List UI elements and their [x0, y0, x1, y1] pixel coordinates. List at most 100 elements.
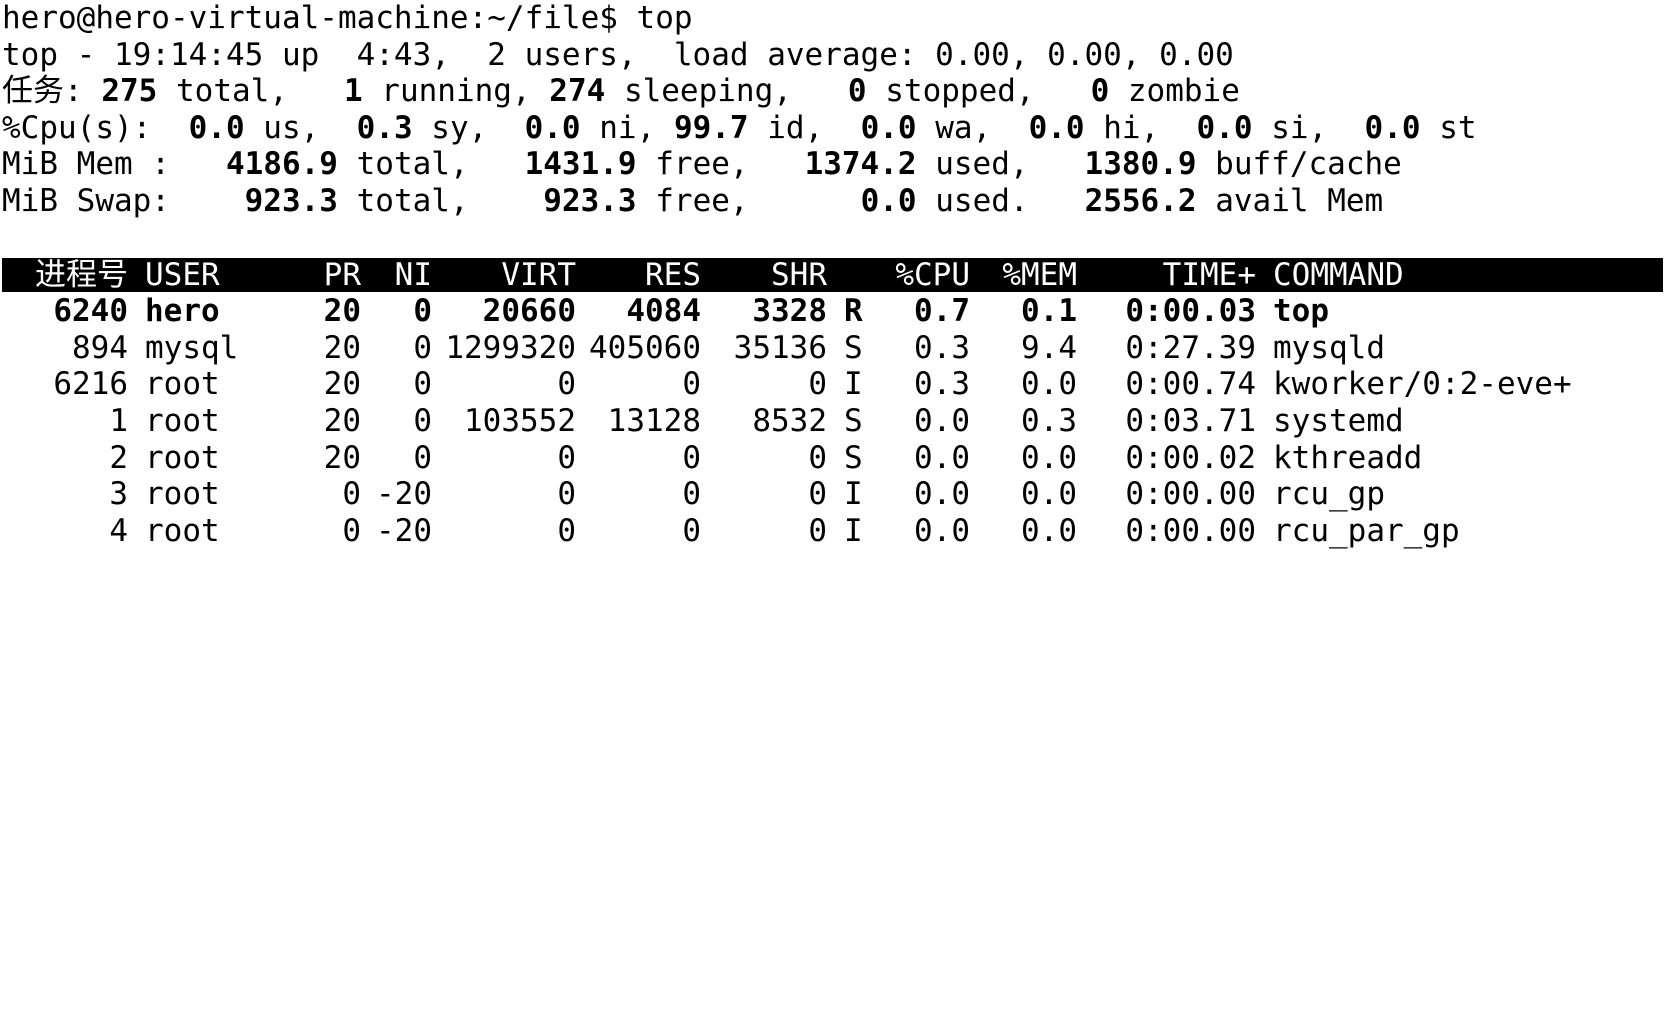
tasks-sleeping: 274: [549, 73, 606, 110]
cell-command: kworker/0:2-eve+: [1273, 366, 1572, 403]
col-header-mem: %MEM: [1002, 257, 1077, 294]
cell-time: 0:00.03: [1125, 293, 1256, 330]
cell-state: I: [844, 476, 863, 513]
mem-buff-label: buff/cache: [1196, 146, 1402, 183]
cell-mem: 0.1: [1021, 293, 1077, 330]
cell-pr: 20: [323, 439, 361, 476]
cell-virt: 0: [557, 476, 576, 513]
cell-ni: -20: [376, 476, 432, 513]
cell-state: I: [844, 366, 863, 403]
cell-pid: 6240: [53, 293, 128, 330]
col-header-virt: VIRT: [501, 257, 576, 294]
terminal-window[interactable]: hero@hero-virtual-machine:~/file$ top to…: [2, 0, 1663, 549]
cell-user: hero: [145, 293, 220, 330]
col-header-time: TIME+: [1162, 257, 1256, 294]
cell-res: 0: [682, 366, 701, 403]
mem-total-label: total,: [337, 146, 525, 183]
tasks-line: 任务: 275 total, 1 running, 274 sleeping, …: [2, 73, 1663, 110]
cell-user: mysql: [145, 329, 239, 366]
tasks-sleeping-label: sleeping,: [605, 73, 848, 110]
cell-mem: 0.0: [1021, 476, 1077, 513]
cpu-sy-label: sy,: [412, 109, 525, 146]
tasks-stopped: 0: [847, 73, 867, 110]
cpu-hi: 0.0: [1028, 109, 1085, 146]
cell-res: 0: [682, 476, 701, 513]
col-header-pid: 进程号: [35, 257, 128, 294]
cell-pid: 2: [109, 439, 128, 476]
tasks-label: 任务:: [2, 73, 102, 110]
cell-shr: 0: [808, 476, 827, 513]
cell-user: root: [145, 439, 220, 476]
tasks-zombie-label: zombie: [1109, 73, 1240, 110]
cell-mem: 9.4: [1021, 329, 1077, 366]
cell-mem: 0.0: [1021, 439, 1077, 476]
mem-line: MiB Mem : 4186.9 total, 1431.9 free, 137…: [2, 146, 1663, 183]
swap-label: MiB Swap:: [2, 182, 245, 219]
cell-shr: 0: [808, 439, 827, 476]
cell-cpu: 0.0: [914, 476, 970, 513]
cell-virt: 1299320: [445, 329, 576, 366]
cell-command: kthreadd: [1273, 439, 1423, 476]
tasks-total-label: total,: [157, 73, 344, 110]
cell-res: 13128: [607, 402, 701, 439]
cell-state: S: [844, 329, 863, 366]
cpu-st: 0.0: [1364, 109, 1421, 146]
cell-time: 0:00.00: [1125, 512, 1256, 549]
col-header-pr: PR: [323, 257, 361, 294]
cell-user: root: [145, 366, 220, 403]
cpu-ni-label: ni,: [580, 109, 674, 146]
cell-shr: 3328: [752, 293, 827, 330]
cell-time: 0:00.74: [1125, 366, 1256, 403]
cell-cpu: 0.3: [914, 366, 970, 403]
cell-user: root: [145, 476, 220, 513]
cell-virt: 103552: [464, 402, 576, 439]
cell-virt: 20660: [482, 293, 576, 330]
table-row[interactable]: 4 root 0 -20 0 0 0 I 0.0 0.0 0:00.00 rcu…: [2, 513, 1663, 550]
table-row[interactable]: 894 mysql 20 0 1299320 405060 35136 S 0.…: [2, 330, 1663, 367]
table-row[interactable]: 1 root 20 0 103552 13128 8532 S 0.0 0.3 …: [2, 403, 1663, 440]
cell-pid: 3: [109, 476, 128, 513]
table-row[interactable]: 3 root 0 -20 0 0 0 I 0.0 0.0 0:00.00 rcu…: [2, 476, 1663, 513]
cell-time: 0:00.00: [1125, 476, 1256, 513]
cell-state: R: [844, 293, 863, 330]
cell-ni: 0: [413, 366, 432, 403]
cell-mem: 0.3: [1021, 402, 1077, 439]
swap-total-label: total,: [337, 182, 544, 219]
cell-command: mysqld: [1273, 329, 1385, 366]
cell-virt: 0: [557, 366, 576, 403]
cell-pid: 4: [109, 512, 128, 549]
cell-virt: 0: [557, 439, 576, 476]
cell-time: 0:03.71: [1125, 402, 1256, 439]
cell-pr: 20: [323, 402, 361, 439]
col-header-shr: SHR: [771, 257, 827, 294]
mem-label: MiB Mem :: [2, 146, 226, 183]
cell-command: top: [1273, 293, 1329, 330]
cell-res: 4084: [626, 293, 701, 330]
swap-line: MiB Swap: 923.3 total, 923.3 free, 0.0 u…: [2, 183, 1663, 220]
cell-pr: 20: [323, 329, 361, 366]
table-row[interactable]: 2 root 20 0 0 0 0 S 0.0 0.0 0:00.02 kthr…: [2, 440, 1663, 477]
swap-used: 0.0: [860, 182, 917, 219]
swap-total: 923.3: [244, 182, 338, 219]
cell-res: 0: [682, 439, 701, 476]
mem-free: 1431.9: [524, 146, 637, 183]
cell-user: root: [145, 402, 220, 439]
cpu-wa-label: wa,: [916, 109, 1029, 146]
col-header-res: RES: [645, 257, 701, 294]
table-row[interactable]: 6240 hero 20 0 20660 4084 3328 R 0.7 0.1…: [2, 293, 1663, 330]
cell-ni: 0: [413, 293, 432, 330]
cell-pr: 20: [323, 366, 361, 403]
tasks-running-label: running,: [362, 73, 550, 110]
cpu-us: 0.0: [188, 109, 245, 146]
table-row[interactable]: 6216 root 20 0 0 0 0 I 0.3 0.0 0:00.74 k…: [2, 366, 1663, 403]
col-header-cpu: %CPU: [895, 257, 970, 294]
cell-time: 0:27.39: [1125, 329, 1256, 366]
cell-ni: 0: [413, 329, 432, 366]
cell-pid: 6216: [53, 366, 128, 403]
swap-free-label: free,: [636, 182, 861, 219]
cell-state: I: [844, 512, 863, 549]
cell-user: root: [145, 512, 220, 549]
cell-cpu: 0.0: [914, 512, 970, 549]
cpu-us-label: us,: [244, 109, 357, 146]
